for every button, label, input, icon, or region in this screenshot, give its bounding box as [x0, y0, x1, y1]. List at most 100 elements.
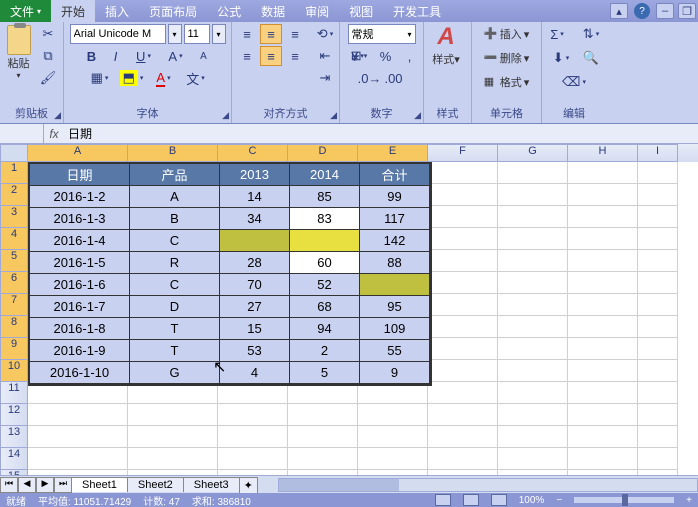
cell[interactable]: [218, 426, 288, 448]
cell[interactable]: [128, 448, 218, 470]
zoom-out-icon[interactable]: −: [556, 495, 562, 506]
bold-button[interactable]: B: [81, 46, 103, 66]
cell[interactable]: [568, 316, 638, 338]
cell[interactable]: [288, 404, 358, 426]
row-header[interactable]: 3: [0, 206, 28, 228]
cell[interactable]: [638, 272, 678, 294]
table-header-cell[interactable]: 2013: [220, 164, 290, 186]
tab-insert[interactable]: 插入: [95, 0, 139, 22]
italic-button[interactable]: I: [105, 46, 127, 66]
table-cell[interactable]: T: [130, 340, 220, 362]
font-name-input[interactable]: [70, 24, 166, 44]
font-size-input[interactable]: [184, 24, 210, 44]
fill-button[interactable]: ⬇▾: [546, 48, 576, 68]
tab-dev[interactable]: 开发工具: [383, 0, 451, 22]
col-header-B[interactable]: B: [128, 144, 218, 162]
cell[interactable]: [358, 426, 428, 448]
table-cell[interactable]: 99: [360, 186, 430, 208]
increase-indent-icon[interactable]: ⇥: [314, 68, 336, 88]
cell[interactable]: [128, 426, 218, 448]
table-cell[interactable]: C: [130, 230, 220, 252]
table-header-cell[interactable]: 合计: [360, 164, 430, 186]
table-cell[interactable]: 109: [360, 318, 430, 340]
cell[interactable]: [638, 448, 678, 470]
select-all-corner[interactable]: [0, 144, 28, 162]
align-middle-icon[interactable]: ≡: [260, 24, 282, 44]
cut-icon[interactable]: ✂: [37, 24, 59, 44]
view-pagebreak-icon[interactable]: [491, 494, 507, 506]
orientation-button[interactable]: ⟲▾: [310, 24, 340, 44]
file-menu[interactable]: 文件▾: [0, 0, 51, 22]
sheet-nav-first[interactable]: ⏮: [0, 477, 18, 493]
table-cell[interactable]: 70: [220, 274, 290, 296]
row-header[interactable]: 13: [0, 426, 28, 448]
font-name-dropdown[interactable]: ▾: [168, 24, 182, 44]
cell[interactable]: [638, 250, 678, 272]
table-cell[interactable]: 68: [290, 296, 360, 318]
number-launcher[interactable]: ◢: [414, 110, 421, 121]
cell[interactable]: [568, 338, 638, 360]
autosum-button[interactable]: Σ▾: [542, 24, 572, 44]
table-cell[interactable]: 53: [220, 340, 290, 362]
col-header-D[interactable]: D: [288, 144, 358, 162]
cell[interactable]: [428, 316, 498, 338]
cell[interactable]: [428, 426, 498, 448]
table-cell[interactable]: 2016-1-3: [30, 208, 130, 230]
format-painter-icon[interactable]: 🖌: [37, 68, 59, 88]
help-icon[interactable]: ?: [634, 3, 650, 19]
number-format-select[interactable]: 常规▾: [348, 24, 416, 44]
table-cell[interactable]: 55: [360, 340, 430, 362]
col-header-C[interactable]: C: [218, 144, 288, 162]
table-cell[interactable]: 52: [290, 274, 360, 296]
styles-button[interactable]: A 样式▾: [428, 24, 464, 66]
align-bottom-icon[interactable]: ≡: [284, 24, 306, 44]
table-cell[interactable]: A: [130, 186, 220, 208]
cell[interactable]: [428, 250, 498, 272]
format-button[interactable]: ▦格式 ▾: [484, 72, 530, 92]
cell[interactable]: [568, 426, 638, 448]
cell[interactable]: [428, 228, 498, 250]
table-cell[interactable]: 2: [290, 340, 360, 362]
cell[interactable]: [428, 404, 498, 426]
border-button[interactable]: ▦▾: [85, 68, 115, 88]
cell[interactable]: [28, 448, 128, 470]
cell[interactable]: [568, 250, 638, 272]
cell[interactable]: [288, 448, 358, 470]
cell[interactable]: [428, 272, 498, 294]
cell[interactable]: [498, 448, 568, 470]
restore-window-icon[interactable]: ❐: [678, 3, 696, 19]
cell[interactable]: [498, 162, 568, 184]
align-top-icon[interactable]: ≡: [236, 24, 258, 44]
table-cell[interactable]: R: [130, 252, 220, 274]
row-header[interactable]: 6: [0, 272, 28, 294]
table-cell[interactable]: 14: [220, 186, 290, 208]
row-header[interactable]: 14: [0, 448, 28, 470]
cell[interactable]: [498, 228, 568, 250]
row-header[interactable]: 12: [0, 404, 28, 426]
align-center-icon[interactable]: ≡: [260, 46, 282, 66]
underline-button[interactable]: U▾: [129, 46, 159, 66]
tab-data[interactable]: 数据: [251, 0, 295, 22]
table-cell[interactable]: 15: [220, 318, 290, 340]
col-header-I[interactable]: I: [638, 144, 678, 162]
cell[interactable]: [498, 250, 568, 272]
increase-decimal-icon[interactable]: .0→: [359, 68, 381, 88]
sheet-nav-next[interactable]: ▶: [36, 477, 54, 493]
row-header[interactable]: 8: [0, 316, 28, 338]
cell[interactable]: [428, 206, 498, 228]
table-cell[interactable]: [360, 274, 430, 296]
formula-input[interactable]: 日期: [64, 125, 698, 142]
sheet-tab-3[interactable]: Sheet3: [183, 477, 240, 492]
table-cell[interactable]: [290, 230, 360, 252]
align-left-icon[interactable]: ≡: [236, 46, 258, 66]
font-size-dropdown[interactable]: ▾: [212, 24, 226, 44]
cell[interactable]: [638, 162, 678, 184]
cell[interactable]: [568, 294, 638, 316]
table-cell[interactable]: 94: [290, 318, 360, 340]
cell[interactable]: [498, 272, 568, 294]
horizontal-scrollbar[interactable]: [278, 478, 698, 492]
table-cell[interactable]: 2016-1-5: [30, 252, 130, 274]
comma-format-icon[interactable]: ,: [399, 46, 421, 66]
cell[interactable]: [428, 360, 498, 382]
spreadsheet-grid[interactable]: A B C D E F G H I 123456789101112131415日…: [0, 144, 698, 484]
